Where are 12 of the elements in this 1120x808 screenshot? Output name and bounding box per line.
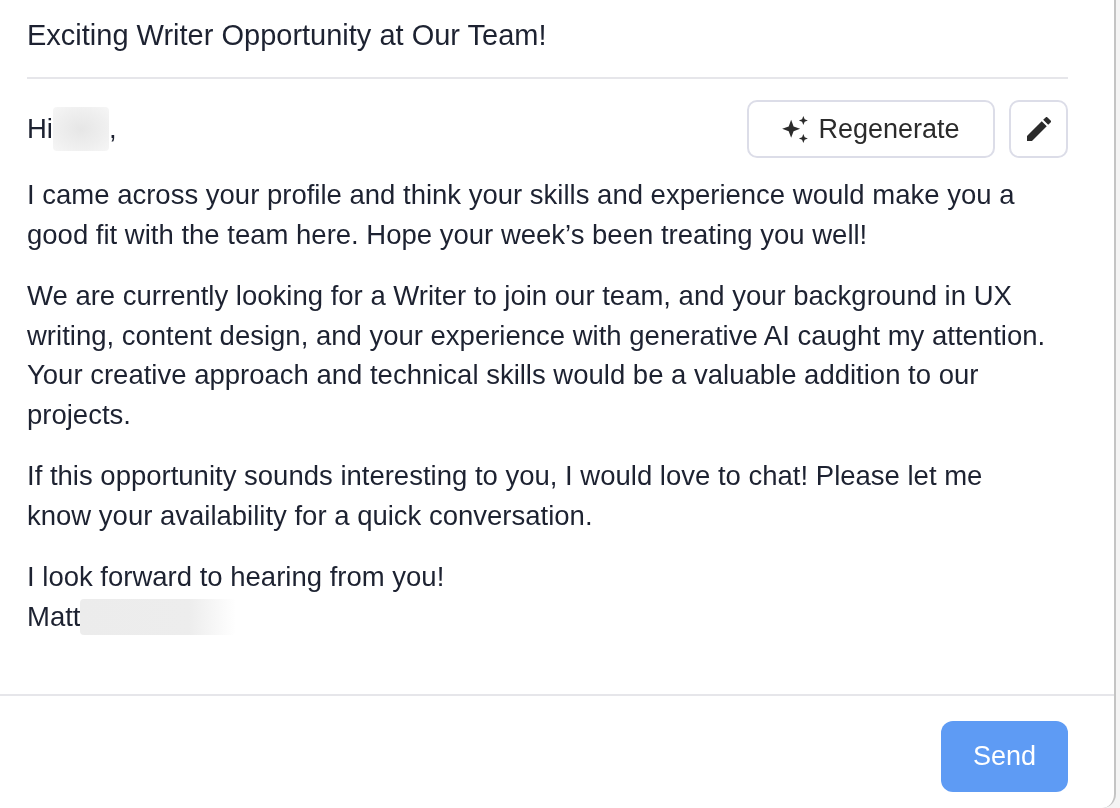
sparkle-icon — [782, 115, 809, 143]
greeting-text: Hi — [27, 112, 53, 147]
punctuation-text: , — [109, 112, 117, 147]
signature-name: Matt — [27, 599, 81, 634]
closing-text: I look forward to hearing from you! — [27, 560, 446, 594]
edit-button[interactable] — [1009, 100, 1068, 158]
regenerate-button[interactable]: Regenerate — [747, 100, 995, 158]
message-paragraph: We are currently looking for a Writer to join our team, and your background in UX writing, content design, and your experience with generative AI caught my attention. Your creative approach and technical skills would be a valuable addition to our projects. — [27, 279, 1047, 432]
pencil-icon — [1026, 117, 1051, 141]
message-paragraph: I came across your profile and think your skills and experience would make you a good fit with the team here. Hope your week’s been treating you well! — [27, 178, 1016, 252]
message-paragraph: If this opportunity sounds interesting to you, I would love to chat! Please let me know your availability for a quick conversation. — [27, 459, 984, 533]
email-subject: Exciting Writer Opportunity at Our Team! — [26, 18, 548, 53]
